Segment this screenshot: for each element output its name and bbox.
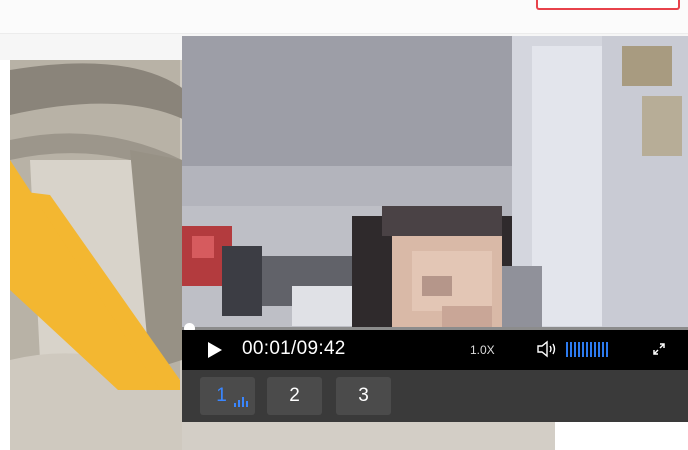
volume-tick [570, 342, 572, 357]
channel-label: 3 [358, 385, 369, 406]
volume-tick [574, 342, 576, 357]
volume-tick [586, 342, 588, 357]
signal-bars-icon [234, 397, 248, 407]
channel-2-button[interactable]: 2 [267, 377, 322, 415]
time-display: 00:01/09:42 [242, 338, 346, 359]
channel-bar: 1 2 3 [182, 370, 688, 422]
volume-tick [602, 342, 604, 357]
top-bar [0, 0, 688, 34]
top-action-button[interactable] [536, 0, 680, 10]
volume-tick [590, 342, 592, 357]
play-icon[interactable] [208, 342, 222, 358]
channel-label: 2 [289, 385, 300, 406]
volume-tick [594, 342, 596, 357]
volume-tick [582, 342, 584, 357]
speed-selector[interactable]: 1.0X [470, 343, 495, 357]
volume-icon[interactable] [536, 340, 558, 358]
control-bar: 00:01/09:42 1.0X [182, 330, 688, 370]
channel-1-button[interactable]: 1 [200, 377, 255, 415]
channel-label: 1 [216, 385, 227, 406]
channel-3-button[interactable]: 3 [336, 377, 391, 415]
volume-tick [606, 342, 608, 357]
fullscreen-icon[interactable] [652, 342, 666, 356]
video-frame[interactable] [182, 36, 688, 328]
volume-tick [598, 342, 600, 357]
volume-tick [566, 342, 568, 357]
volume-slider[interactable] [566, 342, 608, 357]
video-player[interactable]: 00:01/09:42 1.0X 1 2 3 [182, 36, 688, 422]
volume-tick [578, 342, 580, 357]
